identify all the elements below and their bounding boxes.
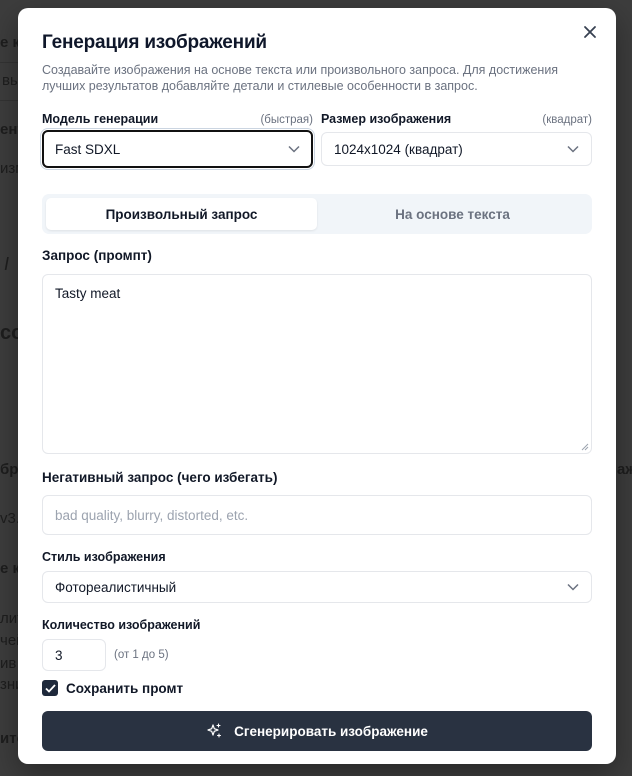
close-icon bbox=[584, 26, 596, 38]
model-field: Модель генерации (быстрая) Fast SDXL bbox=[42, 112, 313, 168]
save-prompt-label: Сохранить промт bbox=[66, 680, 184, 696]
dialog-subtitle: Создавайте изображения на основе текста … bbox=[42, 63, 559, 93]
chevron-down-icon bbox=[567, 145, 579, 153]
background-text: v3. bbox=[0, 510, 21, 527]
prompt-value: Tasty meat bbox=[55, 286, 121, 301]
generate-label: Сгенерировать изображение bbox=[234, 723, 428, 739]
save-prompt-row: Сохранить промт bbox=[42, 680, 592, 696]
count-range-hint: (от 1 до 5) bbox=[114, 649, 169, 661]
resize-handle-icon[interactable] bbox=[581, 443, 589, 451]
model-hint: (быстрая) bbox=[260, 114, 313, 126]
image-generation-dialog: Генерация изображений Создавайте изображ… bbox=[18, 8, 616, 764]
size-select[interactable]: 1024x1024 (квадрат) bbox=[321, 132, 592, 166]
model-label: Модель генерации bbox=[42, 112, 159, 126]
chevron-down-icon bbox=[567, 583, 579, 591]
style-select[interactable]: Фотореалистичный bbox=[42, 571, 592, 603]
mode-tabs: Произвольный запрос На основе текста bbox=[42, 194, 592, 234]
close-button[interactable] bbox=[580, 22, 600, 42]
background-text: ив bbox=[0, 655, 17, 672]
save-prompt-checkbox[interactable] bbox=[42, 680, 58, 696]
negative-prompt-input[interactable]: bad quality, blurry, distorted, etc. bbox=[42, 495, 592, 535]
background-divider bbox=[0, 62, 18, 63]
prompt-textarea[interactable]: Tasty meat bbox=[42, 274, 592, 454]
size-hint: (квадрат) bbox=[542, 114, 592, 126]
size-value: 1024x1024 (квадрат) bbox=[334, 141, 463, 157]
tab-text-based[interactable]: На основе текста bbox=[317, 198, 588, 230]
prompt-label: Запрос (промпт) bbox=[42, 248, 152, 263]
negative-prompt-label: Негативный запрос (чего избегать) bbox=[42, 470, 278, 485]
style-value: Фотореалистичный bbox=[55, 579, 177, 595]
model-select[interactable]: Fast SDXL bbox=[42, 130, 313, 168]
sparkles-icon bbox=[207, 723, 222, 738]
count-label: Количество изображений bbox=[42, 618, 201, 632]
background-text: аж bbox=[617, 461, 632, 478]
generate-image-button[interactable]: Сгенерировать изображение bbox=[42, 711, 592, 751]
checkmark-icon bbox=[44, 683, 56, 693]
count-value: 3 bbox=[55, 647, 63, 663]
chevron-down-icon bbox=[288, 145, 300, 153]
tab-custom-prompt[interactable]: Произвольный запрос bbox=[46, 198, 317, 230]
background-divider bbox=[0, 100, 18, 101]
count-input[interactable]: 3 bbox=[42, 639, 106, 671]
negative-prompt-placeholder: bad quality, blurry, distorted, etc. bbox=[55, 507, 249, 523]
model-value: Fast SDXL bbox=[55, 141, 121, 157]
dialog-title: Генерация изображений bbox=[42, 32, 267, 53]
size-field: Размер изображения (квадрат) 1024x1024 (… bbox=[321, 112, 592, 168]
background-text: I bbox=[4, 254, 10, 274]
style-label: Стиль изображения bbox=[42, 550, 166, 564]
size-label: Размер изображения bbox=[321, 112, 452, 126]
